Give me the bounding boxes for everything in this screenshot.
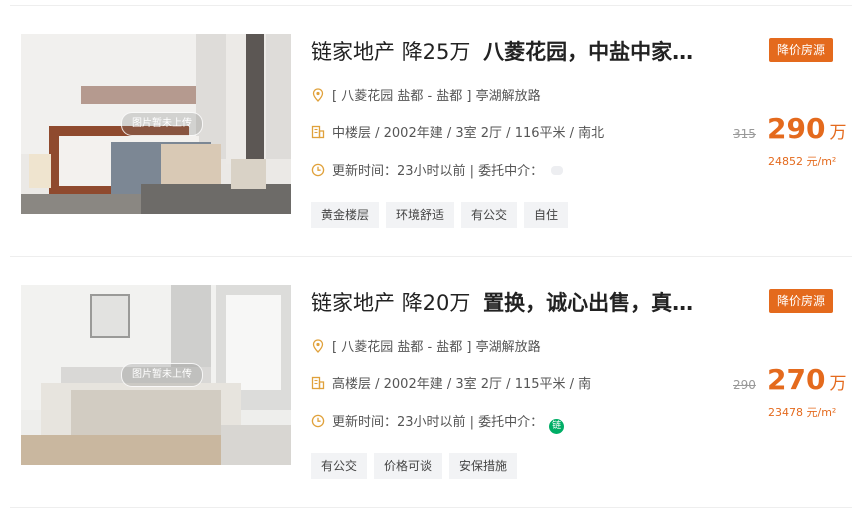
tag: 黄金楼层 bbox=[311, 202, 380, 228]
unit-price: 24852 元/m² bbox=[768, 155, 837, 168]
agency-name: 链家地产 bbox=[311, 291, 395, 315]
tag-list: 黄金楼层 环境舒适 有公交 自住 bbox=[311, 202, 575, 228]
house-info-text: 高楼层 / 2002年建 / 3室 2厅 / 115平米 / 南 bbox=[332, 377, 592, 392]
tag-list: 有公交 价格可谈 安保措施 bbox=[311, 453, 524, 479]
title-text: 八菱花园，中盐中家… bbox=[483, 40, 694, 64]
tag: 价格可谈 bbox=[374, 453, 443, 479]
address-row: [ 八菱花园 盐都 - 盐都 ] 亭湖解放路 bbox=[311, 338, 541, 358]
listing-item: 图片暂未上传 链家地产 降25万 八菱花园，中盐中家… 降价房源 [ 八菱花园 … bbox=[0, 6, 865, 256]
price-drop-badge: 降价房源 bbox=[769, 289, 833, 313]
agent-avatar bbox=[551, 166, 564, 175]
agency-name: 链家地产 bbox=[311, 40, 395, 64]
price-value: 270 bbox=[767, 363, 826, 396]
address-link[interactable]: [ 八菱花园 盐都 - 盐都 ] 亭湖解放路 bbox=[332, 89, 541, 104]
listing-photo[interactable]: 图片暂未上传 bbox=[21, 285, 291, 465]
original-price: 290 bbox=[733, 378, 756, 392]
price-value: 290 bbox=[767, 112, 826, 145]
address-link[interactable]: [ 八菱花园 盐都 - 盐都 ] 亭湖解放路 bbox=[332, 340, 541, 355]
listing-item: 图片暂未上传 链家地产 降20万 置换，诚心出售，真… 降价房源 [ 八菱花园 … bbox=[0, 257, 865, 507]
update-time-row: 更新时间：23小时以前 | 委托中介： bbox=[311, 162, 564, 182]
house-info-row: 中楼层 / 2002年建 / 3室 2厅 / 116平米 / 南北 bbox=[311, 124, 604, 144]
unit-price: 23478 元/m² bbox=[768, 406, 837, 419]
building-icon bbox=[311, 125, 325, 139]
tag: 环境舒适 bbox=[386, 202, 455, 228]
price-drop: 降20万 bbox=[401, 291, 471, 315]
no-image-label: 图片暂未上传 bbox=[121, 363, 203, 387]
tag: 安保措施 bbox=[449, 453, 518, 479]
update-time-text: 更新时间：23小时以前 | 委托中介： bbox=[332, 164, 544, 179]
listing-title[interactable]: 链家地产 降20万 置换，诚心出售，真… bbox=[311, 285, 751, 321]
price-drop-badge: 降价房源 bbox=[769, 38, 833, 62]
update-time-text: 更新时间：23小时以前 | 委托中介： bbox=[332, 415, 544, 430]
total-price: 270 万 bbox=[767, 360, 846, 400]
price-unit: 万 bbox=[829, 123, 847, 143]
divider bbox=[10, 507, 852, 508]
title-text: 置换，诚心出售，真… bbox=[483, 291, 694, 315]
clock-icon bbox=[311, 414, 325, 428]
total-price: 290 万 bbox=[767, 109, 846, 149]
house-info-text: 中楼层 / 2002年建 / 3室 2厅 / 116平米 / 南北 bbox=[332, 126, 605, 141]
listing-title[interactable]: 链家地产 降25万 八菱花园，中盐中家… bbox=[311, 34, 751, 70]
price-drop: 降25万 bbox=[401, 40, 471, 64]
update-time-row: 更新时间：23小时以前 | 委托中介： 链 bbox=[311, 413, 565, 434]
listing-photo[interactable]: 图片暂未上传 bbox=[21, 34, 291, 214]
no-image-label: 图片暂未上传 bbox=[121, 112, 203, 136]
house-info-row: 高楼层 / 2002年建 / 3室 2厅 / 115平米 / 南 bbox=[311, 375, 591, 395]
agent-badge-icon[interactable]: 链 bbox=[549, 419, 565, 434]
address-row: [ 八菱花园 盐都 - 盐都 ] 亭湖解放路 bbox=[311, 87, 541, 107]
map-pin-icon bbox=[312, 88, 324, 102]
tag: 有公交 bbox=[461, 202, 518, 228]
listing-list: 图片暂未上传 链家地产 降25万 八菱花园，中盐中家… 降价房源 [ 八菱花园 … bbox=[0, 0, 865, 514]
map-pin-icon bbox=[312, 339, 324, 353]
price-unit: 万 bbox=[829, 374, 847, 394]
tag: 自住 bbox=[524, 202, 569, 228]
tag: 有公交 bbox=[311, 453, 368, 479]
building-icon bbox=[311, 376, 325, 390]
clock-icon bbox=[311, 163, 325, 177]
original-price: 315 bbox=[733, 127, 756, 141]
